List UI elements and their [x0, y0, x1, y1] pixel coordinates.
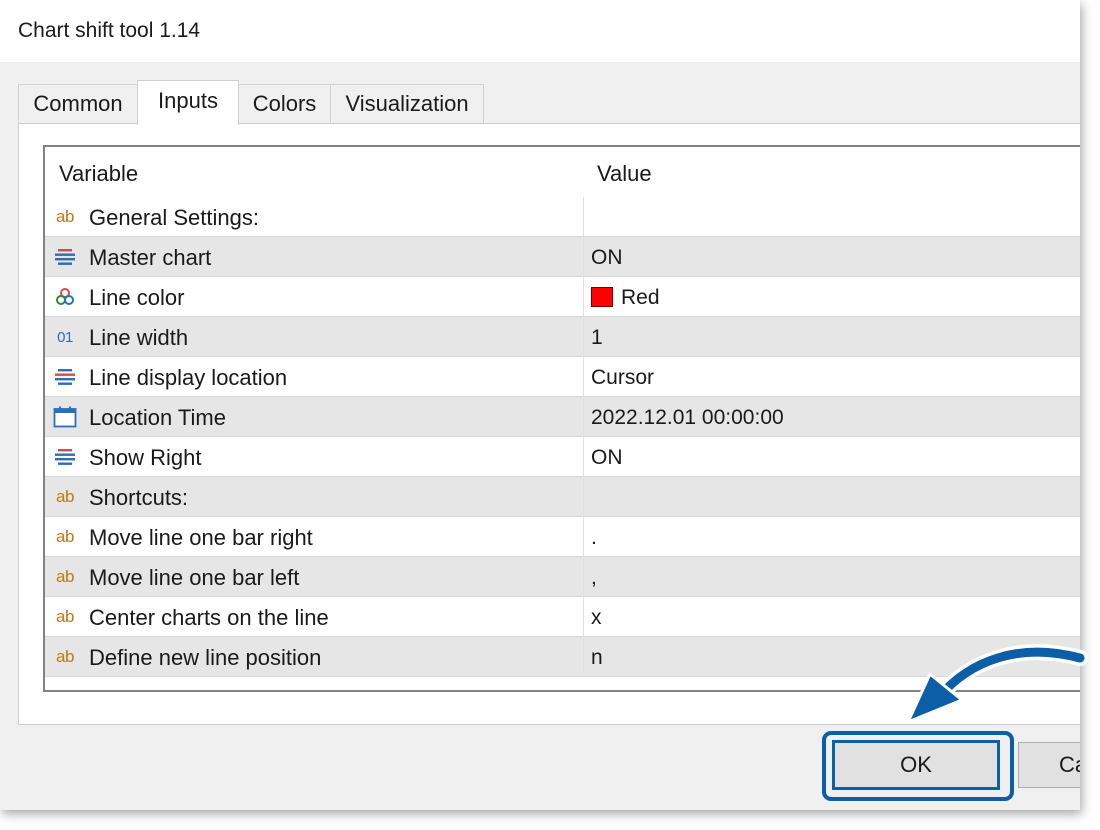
row-name: Line width	[89, 325, 189, 350]
row-value[interactable]: Red	[591, 286, 660, 310]
list-enum-icon	[53, 446, 77, 468]
color-palette-icon	[53, 286, 77, 308]
tab-common[interactable]: Common	[18, 84, 138, 124]
list-enum-icon	[53, 366, 77, 388]
row-value[interactable]: n	[591, 646, 603, 670]
row-name: Define new line position	[89, 645, 322, 670]
tab-visualization[interactable]: Visualization	[330, 84, 484, 124]
row-name: Location Time	[89, 405, 226, 430]
row-name: Move line one bar left	[89, 565, 300, 590]
grid-row-show-right[interactable]: Show Right ON	[45, 437, 1080, 477]
ab-text-icon: ab	[56, 647, 74, 666]
ab-text-icon: ab	[56, 527, 74, 546]
cancel-button[interactable]: Ca	[1018, 742, 1080, 788]
window-title: Chart shift tool 1.14	[18, 19, 201, 42]
row-name: Center charts on the line	[89, 605, 329, 630]
grid-row-move-left[interactable]: ab Move line one bar left ,	[45, 557, 1080, 597]
row-value[interactable]: .	[591, 526, 597, 550]
grid-row-line-color[interactable]: Line color Red	[45, 277, 1080, 317]
inputs-grid: Variable Value ab General Settings: Mast…	[43, 145, 1080, 692]
grid-row-shortcuts[interactable]: ab Shortcuts:	[45, 477, 1080, 517]
color-name: Red	[621, 286, 660, 309]
grid-row-center-charts[interactable]: ab Center charts on the line x	[45, 597, 1080, 637]
grid-row-location-time[interactable]: Location Time 2022.12.01 00:00:00	[45, 397, 1080, 437]
grid-header: Variable Value	[45, 147, 1080, 197]
calendar-icon	[53, 406, 77, 428]
color-swatch	[591, 287, 613, 307]
row-name: Move line one bar right	[89, 525, 313, 550]
row-name: Show Right	[89, 445, 202, 470]
curved-arrow-icon	[906, 644, 1088, 724]
tab-inputs[interactable]: Inputs	[137, 80, 239, 125]
row-value[interactable]: 1	[591, 326, 603, 350]
ab-text-icon: ab	[56, 607, 74, 626]
row-value[interactable]: ,	[591, 566, 597, 590]
row-value[interactable]: x	[591, 606, 602, 630]
title-bar: Chart shift tool 1.14	[0, 0, 1080, 62]
grid-row-master-chart[interactable]: Master chart ON	[45, 237, 1080, 277]
column-header-value[interactable]: Value	[597, 161, 652, 187]
row-name: Line display location	[89, 365, 288, 390]
row-value[interactable]: 2022.12.01 00:00:00	[591, 406, 784, 430]
row-value[interactable]: ON	[591, 446, 623, 470]
ok-button-highlight	[822, 731, 1014, 801]
row-value[interactable]: Cursor	[591, 366, 654, 390]
row-name: Master chart	[89, 245, 212, 270]
integer-icon: 01	[57, 328, 73, 346]
row-name: Line color	[89, 285, 185, 310]
grid-row-line-width[interactable]: 01 Line width 1	[45, 317, 1080, 357]
ab-text-icon: ab	[56, 207, 74, 226]
row-name: Shortcuts:	[89, 485, 189, 510]
grid-row-general-settings[interactable]: ab General Settings:	[45, 197, 1080, 237]
ab-text-icon: ab	[56, 567, 74, 586]
grid-row-line-display-location[interactable]: Line display location Cursor	[45, 357, 1080, 397]
column-header-variable[interactable]: Variable	[59, 161, 138, 187]
row-name: General Settings:	[89, 205, 259, 230]
grid-row-move-right[interactable]: ab Move line one bar right .	[45, 517, 1080, 557]
tab-colors[interactable]: Colors	[238, 84, 331, 124]
ab-text-icon: ab	[56, 487, 74, 506]
row-value[interactable]: ON	[591, 246, 623, 270]
list-enum-icon	[53, 246, 77, 268]
